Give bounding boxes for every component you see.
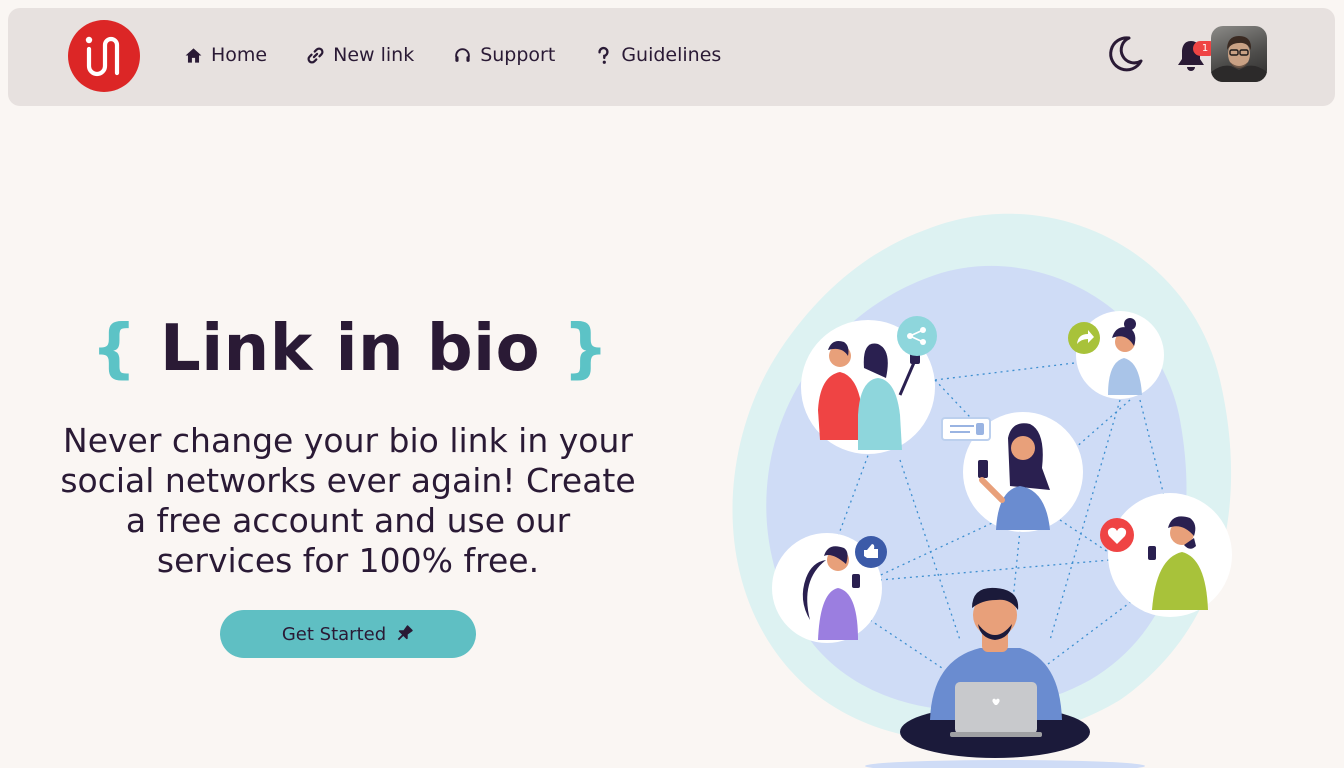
headset-icon — [455, 47, 470, 62]
social-network-illustration — [732, 213, 1232, 768]
avatar[interactable] — [1211, 26, 1267, 82]
navbar: Home New link Support Guidelines 1 — [8, 8, 1335, 106]
moon-icon[interactable] — [1105, 34, 1145, 74]
question-icon — [598, 46, 609, 64]
nav-support[interactable]: Support — [453, 44, 555, 66]
home-icon — [185, 47, 202, 63]
nav-new-link[interactable]: New link — [306, 44, 414, 66]
hero-subtitle: Never change your bio link in your socia… — [60, 421, 636, 580]
nav-home[interactable]: Home — [184, 44, 267, 66]
nav-home-label: Home — [211, 44, 268, 66]
avatar-photo — [1211, 36, 1267, 82]
pin-icon — [397, 625, 413, 641]
nav-new-link-label: New link — [333, 44, 415, 66]
logo-icon — [85, 36, 120, 77]
main-nav: Home New link Support Guidelines — [184, 44, 760, 66]
hero-title: { Link in bio } — [90, 312, 610, 386]
nav-guidelines-label: Guidelines — [621, 44, 722, 66]
get-started-button[interactable]: Get Started — [220, 610, 476, 658]
nav-actions: 1 — [1105, 26, 1267, 82]
ground-shadow — [865, 760, 1145, 768]
logo[interactable] — [68, 20, 140, 92]
nav-guidelines[interactable]: Guidelines — [594, 44, 721, 66]
brace-close: } — [562, 312, 609, 386]
nav-support-label: Support — [480, 44, 556, 66]
hero-title-text: Link in bio — [159, 312, 541, 386]
brace-open: { — [91, 312, 138, 386]
notifications-button[interactable]: 1 — [1175, 34, 1217, 74]
link-icon — [307, 46, 324, 64]
get-started-label: Get Started — [281, 623, 387, 645]
